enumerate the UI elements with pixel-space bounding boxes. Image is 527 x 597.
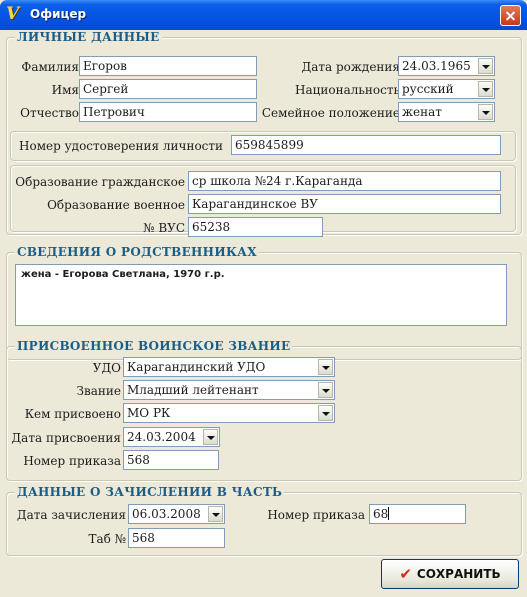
rank-title-select[interactable]: Младший лейтенант <box>123 380 335 400</box>
chevron-down-icon[interactable] <box>318 359 333 375</box>
rank-title-value: Младший лейтенант <box>127 383 259 397</box>
tab-number-field[interactable]: 568 <box>128 528 225 548</box>
enrollment-date-label: Дата зачисления <box>16 508 126 522</box>
marital-status-label: Семейное положение <box>261 106 400 120</box>
enrollment-order-field[interactable]: 68 <box>369 504 466 524</box>
rank-group: ПРИСВОЕННОЕ ВОИНСКОЕ ЗВАНИЕ УДО Караганд… <box>6 339 522 481</box>
chevron-down-icon[interactable] <box>203 429 218 445</box>
chevron-down-icon[interactable] <box>318 382 333 398</box>
close-button[interactable] <box>500 5 521 26</box>
chevron-down-icon[interactable] <box>478 81 493 97</box>
patronymic-field[interactable]: Петрович <box>79 102 257 122</box>
military-education-label: Образование военное <box>47 198 185 212</box>
birth-date-label: Дата рождения <box>301 60 400 74</box>
udo-select[interactable]: Карагандинский УДО <box>123 357 335 377</box>
app-icon: V <box>6 4 20 24</box>
assigned-by-value: МО РК <box>127 406 171 420</box>
assignment-date-picker[interactable]: 24.03.2004 <box>123 427 220 447</box>
birth-date-value: 24.03.1965 <box>402 59 471 73</box>
chevron-down-icon[interactable] <box>318 405 333 421</box>
patronymic-label: Отчество <box>20 106 79 120</box>
save-button[interactable]: ✔ СОХРАНИТЬ <box>381 559 519 589</box>
text-caret <box>388 507 390 520</box>
civil-education-field[interactable]: ср школа №24 г.Караганда <box>188 171 501 191</box>
chevron-down-icon[interactable] <box>478 58 493 74</box>
enrollment-date-value: 06.03.2008 <box>132 507 201 521</box>
education-box: Образование гражданское ср школа №24 г.К… <box>10 165 516 237</box>
id-number-box: Номер удостоверения личности 659845899 <box>10 131 516 161</box>
form-frame: ЛИЧНЫЕ ДАННЫЕ Фамилия Егоров Имя Сергей … <box>4 30 523 593</box>
enrollment-group: ДАННЫЕ О ЗАЧИСЛЕНИИ В ЧАСТЬ Дата зачисле… <box>6 485 522 556</box>
id-number-label: Номер удостоверения личности <box>19 139 224 153</box>
assignment-date-label: Дата присвоения <box>11 431 121 445</box>
window-title: Офицер <box>30 7 87 21</box>
birth-date-picker[interactable]: 24.03.1965 <box>398 56 495 76</box>
enrollment-date-picker[interactable]: 06.03.2008 <box>128 504 225 524</box>
surname-label: Фамилия <box>21 60 79 74</box>
rank-order-field[interactable]: 568 <box>123 450 219 470</box>
rank-title-label: Звание <box>76 384 121 398</box>
military-education-field[interactable]: Карагандинское ВУ <box>188 194 501 214</box>
vus-label: № ВУС <box>143 221 185 235</box>
name-field[interactable]: Сергей <box>79 79 257 99</box>
relatives-legend: СВЕДЕНИЯ О РОДСТВЕННИКАХ <box>15 245 259 259</box>
assignment-date-value: 24.03.2004 <box>127 430 196 444</box>
surname-field[interactable]: Егоров <box>79 56 257 76</box>
marital-status-select[interactable]: женат <box>398 102 495 122</box>
nationality-select[interactable]: русский <box>398 79 495 99</box>
chevron-down-icon[interactable] <box>478 104 493 120</box>
tab-number-label: Таб № <box>88 532 126 546</box>
officer-window: V Офицер ЛИЧНЫЕ ДАННЫЕ Фамилия Егоров Им… <box>0 0 527 597</box>
personal-data-group: ЛИЧНЫЕ ДАННЫЕ Фамилия Егоров Имя Сергей … <box>6 30 522 237</box>
vus-field[interactable]: 65238 <box>188 217 323 237</box>
udo-value: Карагандинский УДО <box>127 360 266 374</box>
udo-label: УДО <box>92 361 121 375</box>
enrollment-order-label: Номер приказа <box>267 508 365 522</box>
title-bar[interactable]: V Офицер <box>0 0 527 30</box>
civil-education-label: Образование гражданское <box>15 175 185 189</box>
chevron-down-icon[interactable] <box>208 506 223 522</box>
id-number-field[interactable]: 659845899 <box>231 135 501 155</box>
enrollment-legend: ДАННЫЕ О ЗАЧИСЛЕНИИ В ЧАСТЬ <box>15 485 285 499</box>
nationality-value: русский <box>402 82 454 96</box>
save-button-label: СОХРАНИТЬ <box>416 567 501 581</box>
relatives-memo[interactable]: жена - Егорова Светлана, 1970 г.р. <box>15 264 507 326</box>
marital-status-value: женат <box>402 105 442 119</box>
rank-legend: ПРИСВОЕННОЕ ВОИНСКОЕ ЗВАНИЕ <box>15 339 293 353</box>
rank-order-label: Номер приказа <box>23 454 121 468</box>
name-label: Имя <box>51 83 79 97</box>
enrollment-order-value: 68 <box>373 507 389 521</box>
assigned-by-select[interactable]: МО РК <box>123 403 335 423</box>
personal-data-legend: ЛИЧНЫЕ ДАННЫЕ <box>15 30 162 44</box>
checkmark-icon: ✔ <box>399 565 412 583</box>
nationality-label: Национальность <box>295 83 400 97</box>
assigned-by-label: Кем присвоено <box>24 407 121 421</box>
